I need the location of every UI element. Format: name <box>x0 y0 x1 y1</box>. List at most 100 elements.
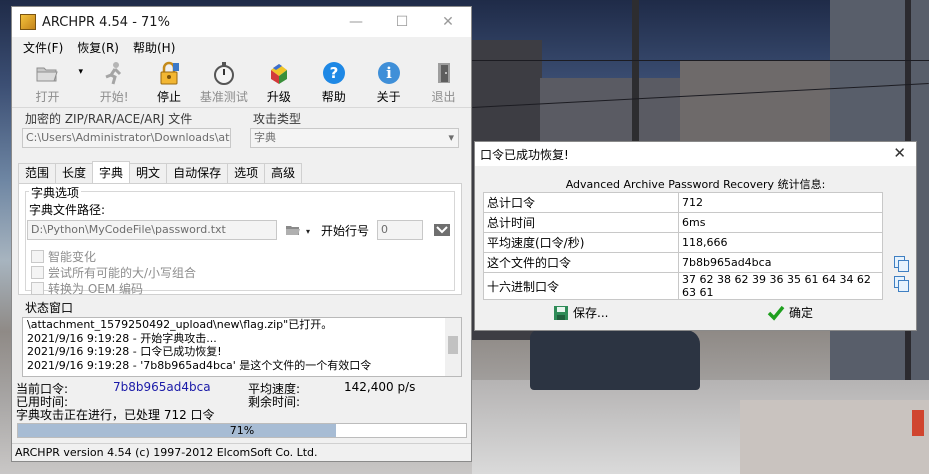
stat-key: 这个文件的口令 <box>483 252 679 273</box>
exit-door-icon <box>432 61 456 85</box>
tab-options[interactable]: 选项 <box>227 163 266 183</box>
menu-bar: 文件(F) 恢复(R) 帮助(H) <box>12 37 471 57</box>
dialog-title-bar[interactable]: 口令已成功恢复! ✕ <box>475 142 916 166</box>
start-line-field[interactable]: 0 <box>377 220 423 240</box>
stat-value: 712 <box>678 192 883 213</box>
table-row: 十六进制口令 37 62 38 62 39 36 35 61 64 34 62 6… <box>483 272 883 300</box>
save-label: 保存... <box>573 306 609 320</box>
wallpaper-sidewalk <box>740 400 929 474</box>
log-scrollbar[interactable] <box>445 318 461 376</box>
oem-encoding-checkbox[interactable]: 转换为 OEM 编码 <box>31 280 143 297</box>
tab-range[interactable]: 范围 <box>18 163 57 183</box>
smart-mutation-checkbox[interactable]: 智能变化 <box>31 248 96 265</box>
stat-key: 平均速度(口令/秒) <box>483 232 679 253</box>
tab-autosave[interactable]: 自动保存 <box>166 163 229 183</box>
archpr-app-icon <box>20 14 36 30</box>
tab-plaintext[interactable]: 明文 <box>129 163 168 183</box>
stopwatch-icon <box>212 61 236 85</box>
stat-value: 6ms <box>678 212 883 233</box>
about-label: 关于 <box>376 90 401 104</box>
upgrade-button[interactable]: 升级 <box>251 57 306 105</box>
wallpaper-wire <box>472 60 929 61</box>
open-button[interactable]: 打开 <box>20 57 75 105</box>
upgrade-box-icon <box>267 61 291 85</box>
dictionary-path-field[interactable]: D:\Python\MyCodeFile\password.txt <box>27 220 277 240</box>
table-row: 总计时间 6ms <box>483 212 883 233</box>
menu-help[interactable]: 帮助(H) <box>126 39 182 56</box>
chevron-down-icon: ▾ <box>448 131 454 144</box>
stat-key: 总计口令 <box>483 192 679 213</box>
tab-dictionary[interactable]: 字典 <box>92 161 131 183</box>
maximize-button[interactable]: ☐ <box>379 7 425 37</box>
stat-key: 十六进制口令 <box>483 272 679 300</box>
progress-bar: 71% <box>17 423 467 438</box>
encrypted-file-path-field[interactable]: C:\Users\Administrator\Downloads\attach <box>22 128 231 148</box>
copy-hex-password-icon[interactable] <box>894 276 909 292</box>
case-combinations-label: 尝试所有可能的大/小写组合 <box>48 266 197 280</box>
wallpaper-car <box>530 330 700 390</box>
stop-button[interactable]: 停止 <box>142 57 197 105</box>
start-line-label: 开始行号 <box>321 224 370 238</box>
wallpaper-traffic-cone <box>912 410 924 436</box>
svg-text:?: ? <box>329 64 338 82</box>
current-password-value: 7b8b965ad4bca <box>113 380 211 394</box>
dictionary-path-label: 字典文件路径: <box>29 203 106 217</box>
menu-file[interactable]: 文件(F) <box>16 39 70 56</box>
close-button[interactable]: ✕ <box>425 7 471 37</box>
help-label: 帮助 <box>321 90 346 104</box>
save-disk-icon <box>554 305 568 320</box>
footer-status: ARCHPR version 4.54 (c) 1997-2012 ElcomS… <box>12 443 471 461</box>
log-line: 2021/9/16 9:19:28 - 开始字典攻击... <box>27 331 217 345</box>
about-button[interactable]: i 关于 <box>361 57 416 105</box>
status-log[interactable]: \attachment_1579250492_upload\new\flag.z… <box>22 317 462 377</box>
title-bar[interactable]: ARCHPR 4.54 - 71% — ☐ ✕ <box>12 7 471 37</box>
copy-password-icon[interactable] <box>894 256 909 272</box>
settings-icon <box>434 224 450 236</box>
encrypted-file-label: 加密的 ZIP/RAR/ACE/ARJ 文件 <box>25 112 193 126</box>
status-window-label: 状态窗口 <box>25 301 74 315</box>
browse-dictionary-button[interactable]: ▾ <box>285 222 311 238</box>
case-combinations-checkbox[interactable]: 尝试所有可能的大/小写组合 <box>31 264 196 281</box>
benchmark-button[interactable]: 基准测试 <box>196 57 251 105</box>
stat-key: 总计时间 <box>483 212 679 233</box>
exit-label: 退出 <box>431 90 456 104</box>
upgrade-label: 升级 <box>266 90 291 104</box>
table-row: 总计口令 712 <box>483 192 883 213</box>
options-tabs: 范围 长度 字典 明文 自动保存 选项 高级 <box>18 161 303 183</box>
help-button[interactable]: ? 帮助 <box>306 57 361 105</box>
tab-length[interactable]: 长度 <box>55 163 94 183</box>
stats-table: 总计口令 712 总计时间 6ms 平均速度(口令/秒) 118,666 这个文件的口… <box>483 192 883 300</box>
start-button[interactable]: 开始! <box>87 57 142 105</box>
menu-recovery[interactable]: 恢复(R) <box>70 39 126 56</box>
lock-keys-icon <box>157 61 181 85</box>
dictionary-options-label: 字典选项 <box>29 184 82 201</box>
dialog-close-button[interactable]: ✕ <box>893 144 906 162</box>
exit-button[interactable]: 退出 <box>416 57 471 105</box>
attack-type-label: 攻击类型 <box>253 112 302 126</box>
ok-label: 确定 <box>789 306 814 320</box>
dialog-header: Advanced Archive Password Recovery 统计信息: <box>565 178 826 191</box>
checkmark-icon <box>767 305 785 321</box>
log-line: 2021/9/16 9:19:28 - 口令已成功恢复! <box>27 345 222 358</box>
folder-open-icon <box>35 61 59 85</box>
tab-advanced[interactable]: 高级 <box>264 163 303 183</box>
open-dropdown-arrow[interactable]: ▾ <box>75 57 87 77</box>
attack-type-value: 字典 <box>254 131 276 144</box>
log-scrollbar-thumb[interactable] <box>448 336 458 354</box>
ok-button[interactable]: 确定 <box>767 304 813 321</box>
minimize-button[interactable]: — <box>333 7 379 37</box>
oem-encoding-label: 转换为 OEM 编码 <box>48 282 144 296</box>
attack-status-text: 字典攻击正在进行，已处理 712 口令 <box>16 408 215 422</box>
running-man-icon <box>102 61 126 85</box>
save-button[interactable]: 保存... <box>553 304 608 321</box>
dialog-title: 口令已成功恢复! <box>480 147 569 162</box>
attack-type-select[interactable]: 字典 ▾ <box>250 128 459 148</box>
benchmark-label: 基准测试 <box>199 90 248 104</box>
log-line: 2021/9/16 9:19:28 - '7b8b965ad4bca' 是这个文… <box>27 358 372 372</box>
dictionary-settings-button[interactable] <box>433 221 451 239</box>
toolbar: 打开 ▾ 开始! 停止 基准测试 升级 ? 帮助 i 关于 退出 <box>12 57 471 108</box>
info-icon: i <box>377 61 401 85</box>
remaining-time-label: 剩余时间: <box>248 395 301 409</box>
stat-value: 7b8b965ad4bca <box>678 252 883 273</box>
window-title: ARCHPR 4.54 - 71% <box>42 14 170 30</box>
